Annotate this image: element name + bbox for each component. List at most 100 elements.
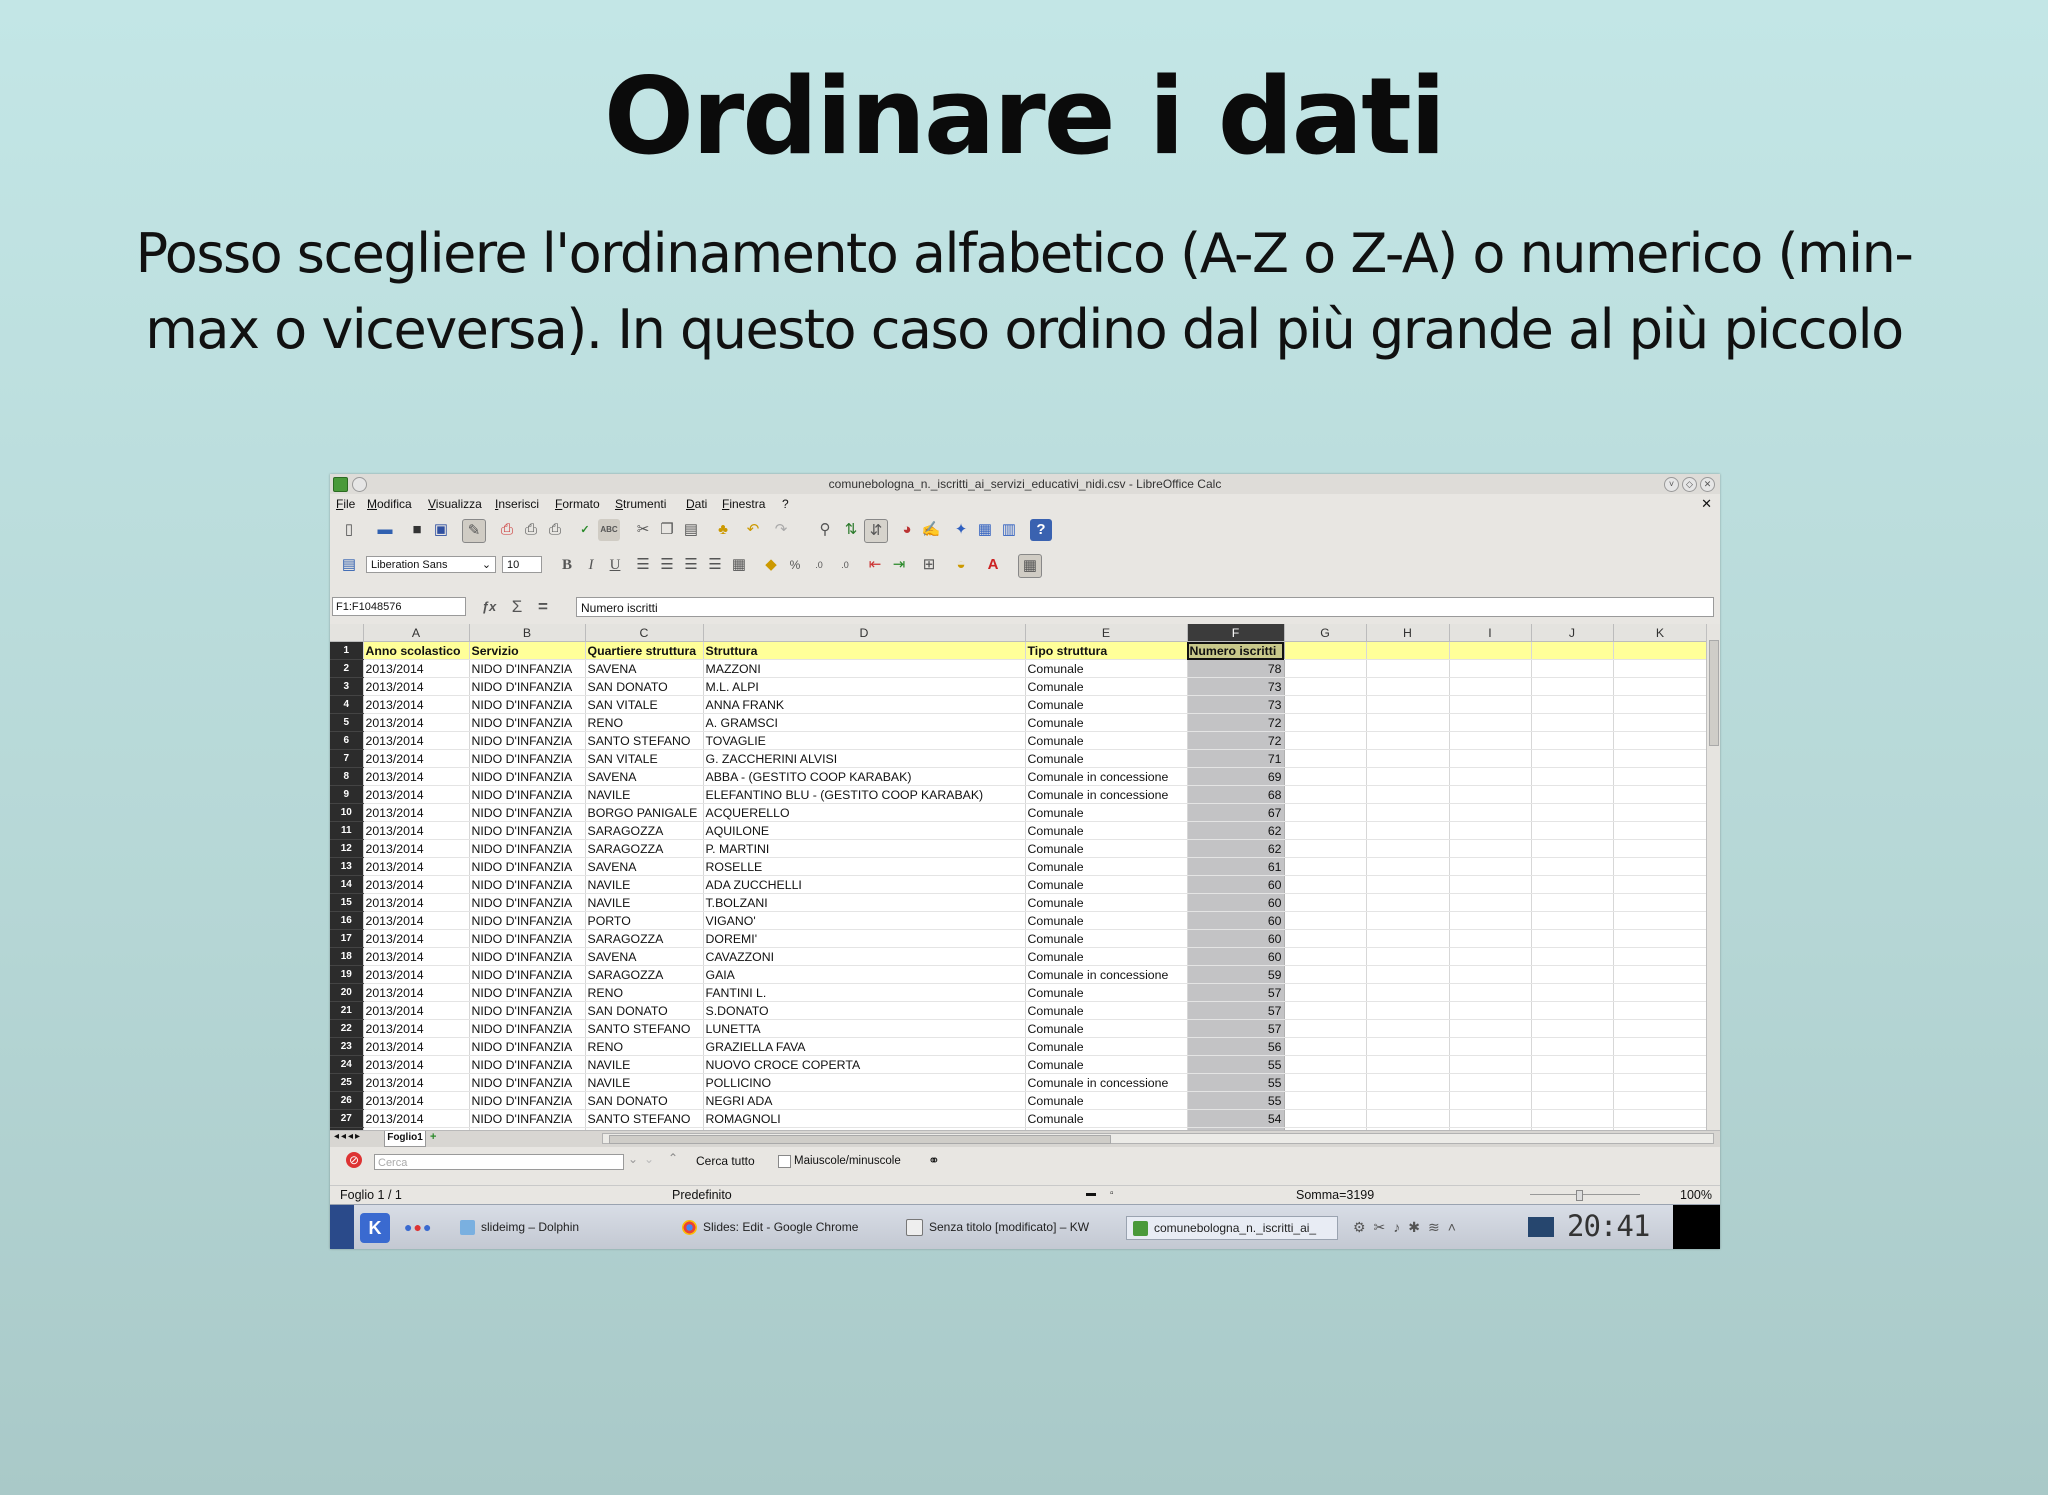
row-header[interactable]: 14 [330,875,364,894]
cell[interactable] [1284,731,1367,750]
cell[interactable] [1284,947,1367,966]
cell[interactable] [1613,785,1708,804]
screen-icon[interactable] [1528,1217,1554,1237]
cell[interactable]: SARAGOZZA [585,929,704,948]
cell[interactable]: NIDO D'INFANZIA [469,749,586,768]
column-header-j[interactable]: J [1531,624,1614,642]
cell[interactable] [1613,731,1708,750]
cell[interactable]: 69 [1187,767,1285,786]
close-findbar-icon[interactable]: ⊘ [346,1152,362,1168]
cell[interactable] [1449,947,1532,966]
cell[interactable] [1284,677,1367,696]
cell[interactable] [1613,1055,1708,1074]
cell[interactable] [1531,767,1614,786]
formula-input[interactable]: Numero iscritti [576,597,1714,617]
cell[interactable]: 2013/2014 [363,713,470,732]
cell[interactable] [1613,677,1708,696]
cell[interactable] [1284,1001,1367,1020]
cell[interactable]: 2013/2014 [363,659,470,678]
cell[interactable] [1613,1109,1708,1128]
hyperlink-icon[interactable]: ⚲ [814,519,836,541]
row-header[interactable]: 13 [330,857,364,876]
cell[interactable] [1366,857,1450,876]
cell[interactable]: 55 [1187,1055,1285,1074]
header-cell[interactable] [1531,641,1614,660]
cell[interactable]: 61 [1187,857,1285,876]
cell[interactable] [1449,1091,1532,1110]
cell[interactable]: G. ZACCHERINI ALVISI [703,749,1026,768]
cell[interactable]: Comunale [1025,893,1188,912]
cell[interactable] [1613,713,1708,732]
cell[interactable] [1531,677,1614,696]
cell[interactable]: 60 [1187,875,1285,894]
cell[interactable]: SAN DONATO [585,677,704,696]
cut-icon[interactable]: ✂ [632,519,654,541]
header-cell[interactable]: Quartiere struttura [585,641,704,660]
row-header[interactable]: 1 [330,641,364,660]
cell[interactable] [1284,1073,1367,1092]
cell[interactable]: Comunale [1025,875,1188,894]
cell[interactable] [1284,1109,1367,1128]
cell[interactable] [1613,767,1708,786]
cell[interactable] [1366,767,1450,786]
cell[interactable] [1449,803,1532,822]
cell[interactable] [1366,677,1450,696]
cell[interactable]: NIDO D'INFANZIA [469,821,586,840]
cell[interactable]: GAIA [703,965,1026,984]
cell[interactable]: 73 [1187,695,1285,714]
cell[interactable] [1366,749,1450,768]
help-icon[interactable]: ? [1030,519,1052,541]
cell[interactable]: 2013/2014 [363,911,470,930]
cell[interactable]: 2013/2014 [363,695,470,714]
cell[interactable] [1366,1109,1450,1128]
cell[interactable] [1613,1001,1708,1020]
maximize-icon[interactable]: ◇ [1682,477,1697,492]
cell[interactable]: 57 [1187,1019,1285,1038]
cell[interactable]: NIDO D'INFANZIA [469,875,586,894]
cell[interactable]: RENO [585,1037,704,1056]
row-header[interactable]: 10 [330,803,364,822]
cell[interactable] [1284,785,1367,804]
styles-icon[interactable]: ▤ [338,554,360,576]
task-chrome[interactable]: Slides: Edit - Google Chrome [682,1216,858,1238]
row-header[interactable]: 27 [330,1109,364,1128]
cell[interactable]: SAVENA [585,767,704,786]
cell[interactable]: SANTO STEFANO [585,731,704,750]
cell[interactable]: 2013/2014 [363,839,470,858]
cell[interactable]: BORGO PANIGALE [585,803,704,822]
zoom-slider[interactable] [1530,1194,1640,1195]
cell[interactable]: NIDO D'INFANZIA [469,983,586,1002]
cell[interactable]: SANTO STEFANO [585,1109,704,1128]
data-sources-icon[interactable]: ▥ [998,519,1020,541]
cell[interactable] [1366,695,1450,714]
cell[interactable] [1284,695,1367,714]
currency-icon[interactable]: ◆ [760,554,782,576]
sum-icon[interactable]: Σ [506,596,528,618]
cell[interactable]: 2013/2014 [363,785,470,804]
cell[interactable]: NIDO D'INFANZIA [469,1001,586,1020]
borders-icon[interactable]: ⊞ [918,554,940,576]
cell[interactable] [1449,695,1532,714]
cell[interactable] [1531,1019,1614,1038]
cell[interactable]: NIDO D'INFANZIA [469,695,586,714]
cell[interactable]: NIDO D'INFANZIA [469,1037,586,1056]
function-wizard-icon[interactable]: ƒx [478,596,500,618]
minimize-icon[interactable]: ˅ [1664,477,1679,492]
header-cell[interactable] [1449,641,1532,660]
row-header[interactable]: 15 [330,893,364,912]
cell[interactable] [1449,731,1532,750]
cell[interactable]: 2013/2014 [363,821,470,840]
cell[interactable]: Comunale in concessione [1025,785,1188,804]
cell[interactable]: NIDO D'INFANZIA [469,893,586,912]
cell[interactable] [1531,839,1614,858]
cell[interactable]: NIDO D'INFANZIA [469,1019,586,1038]
task-dolphin[interactable]: slideimg – Dolphin [460,1216,579,1238]
cell[interactable] [1284,929,1367,948]
cell[interactable] [1449,659,1532,678]
cell[interactable] [1613,857,1708,876]
header-cell[interactable] [1613,641,1708,660]
cell[interactable] [1613,1019,1708,1038]
header-cell[interactable] [1366,641,1450,660]
cell[interactable]: 2013/2014 [363,767,470,786]
menu-modifica[interactable]: Modifica [367,497,412,511]
